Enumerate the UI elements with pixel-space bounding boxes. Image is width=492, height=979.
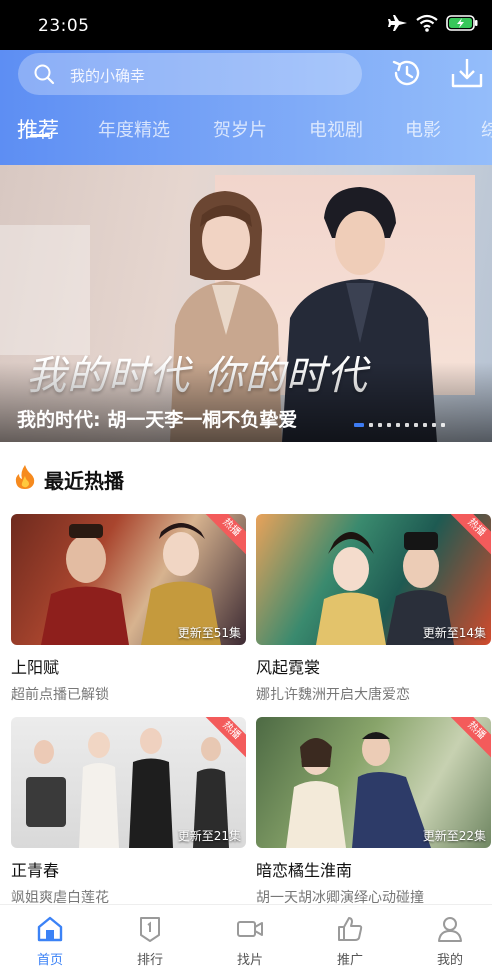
status-icons — [388, 14, 478, 32]
show-subtitle: 超前点播已解锁 — [11, 687, 109, 703]
show-thumbnail[interactable]: 热播 更新至14集 — [256, 514, 491, 645]
search-bar[interactable]: 我的小确幸 — [18, 53, 362, 95]
pagination-dot[interactable] — [387, 423, 391, 427]
nav-ranking[interactable]: 排行 — [120, 915, 180, 968]
nav-profile[interactable]: 我的 — [420, 915, 480, 968]
history-button[interactable] — [390, 56, 424, 90]
bottom-navigation: 首页 排行 找片 推广 我的 — [0, 904, 492, 979]
tab-movies[interactable]: 电影 — [405, 116, 441, 142]
hero-banner[interactable]: 我的时代 你的时代 我的时代: 胡一天李一桐不负挚爱 — [0, 165, 492, 442]
show-thumbnail[interactable]: 热播 更新至22集 — [256, 717, 491, 848]
pagination-dot[interactable] — [369, 423, 373, 427]
nav-label: 我的 — [436, 953, 463, 968]
fire-icon — [14, 464, 36, 494]
home-icon — [20, 915, 80, 943]
pagination-dot[interactable] — [432, 423, 436, 427]
nav-label: 首页 — [36, 953, 63, 968]
tab-new-year-films[interactable]: 贺岁片 — [213, 116, 267, 142]
wifi-icon — [416, 14, 438, 32]
show-title[interactable]: 风起霓裳 — [256, 654, 491, 678]
tab-annual-picks[interactable]: 年度精选 — [98, 116, 170, 142]
show-card[interactable]: 热播 更新至21集 正青春 飒姐爽虐白莲花 — [11, 717, 246, 907]
ranking-icon — [120, 915, 180, 943]
search-placeholder: 我的小确幸 — [70, 67, 146, 85]
pagination-dot[interactable] — [378, 423, 382, 427]
download-button[interactable] — [450, 56, 484, 90]
banner-caption: 我的时代: 胡一天李一桐不负挚爱 — [17, 409, 298, 431]
category-tabs: 推荐 年度精选 贺岁片 电视剧 电影 综 — [0, 112, 492, 152]
header: 我的小确幸 推荐 年度精选 贺岁片 电视剧 电影 综 — [0, 50, 492, 165]
pagination-dot[interactable] — [423, 423, 427, 427]
banner-pagination — [354, 423, 445, 427]
pagination-dot[interactable] — [396, 423, 400, 427]
status-time: 23:05 — [38, 16, 90, 36]
show-thumbnail[interactable]: 热播 更新至21集 — [11, 717, 246, 848]
episode-update: 更新至22集 — [422, 829, 486, 843]
episode-update: 更新至21集 — [177, 829, 241, 843]
nav-label: 排行 — [136, 953, 163, 968]
show-card[interactable]: 热播 更新至51集 上阳赋 超前点播已解锁 — [11, 514, 246, 704]
show-subtitle: 娜扎许魏洲开启大唐爱恋 — [256, 687, 410, 703]
person-icon — [420, 915, 480, 943]
nav-find-films[interactable]: 找片 — [220, 915, 280, 968]
download-icon — [450, 59, 484, 94]
history-icon — [390, 60, 424, 94]
episode-update: 更新至51集 — [177, 626, 241, 640]
tab-recommend[interactable]: 推荐 — [17, 114, 59, 144]
show-card[interactable]: 热播 更新至14集 风起霓裳 娜扎许魏洲开启大唐爱恋 — [256, 514, 491, 704]
show-title[interactable]: 上阳赋 — [11, 654, 246, 678]
battery-charging-icon — [446, 15, 478, 31]
nav-promote[interactable]: 推广 — [320, 915, 380, 968]
show-card[interactable]: 热播 更新至22集 暗恋橘生淮南 胡一天胡冰卿演绎心动碰撞 — [256, 717, 491, 907]
section-title: 最近热播 — [44, 468, 124, 493]
search-icon — [33, 63, 55, 89]
show-thumbnail[interactable]: 热播 更新至51集 — [11, 514, 246, 645]
section-header: 最近热播 — [14, 464, 124, 494]
show-title[interactable]: 暗恋橘生淮南 — [256, 857, 491, 881]
video-camera-icon — [220, 915, 280, 943]
pagination-dot[interactable] — [414, 423, 418, 427]
status-bar: 23:05 — [0, 0, 492, 50]
nav-label: 找片 — [236, 953, 263, 968]
show-title[interactable]: 正青春 — [11, 857, 246, 881]
pagination-dot[interactable] — [405, 423, 409, 427]
nav-label: 推广 — [336, 953, 363, 968]
active-tab-indicator — [30, 134, 50, 137]
nav-home[interactable]: 首页 — [20, 915, 80, 968]
pagination-dot[interactable] — [441, 423, 445, 427]
airplane-mode-icon — [388, 14, 408, 32]
episode-update: 更新至14集 — [422, 626, 486, 640]
tab-tv-series[interactable]: 电视剧 — [309, 116, 363, 142]
thumbs-up-icon — [320, 915, 380, 943]
tab-variety[interactable]: 综 — [481, 116, 492, 142]
pagination-dot[interactable] — [354, 423, 364, 427]
